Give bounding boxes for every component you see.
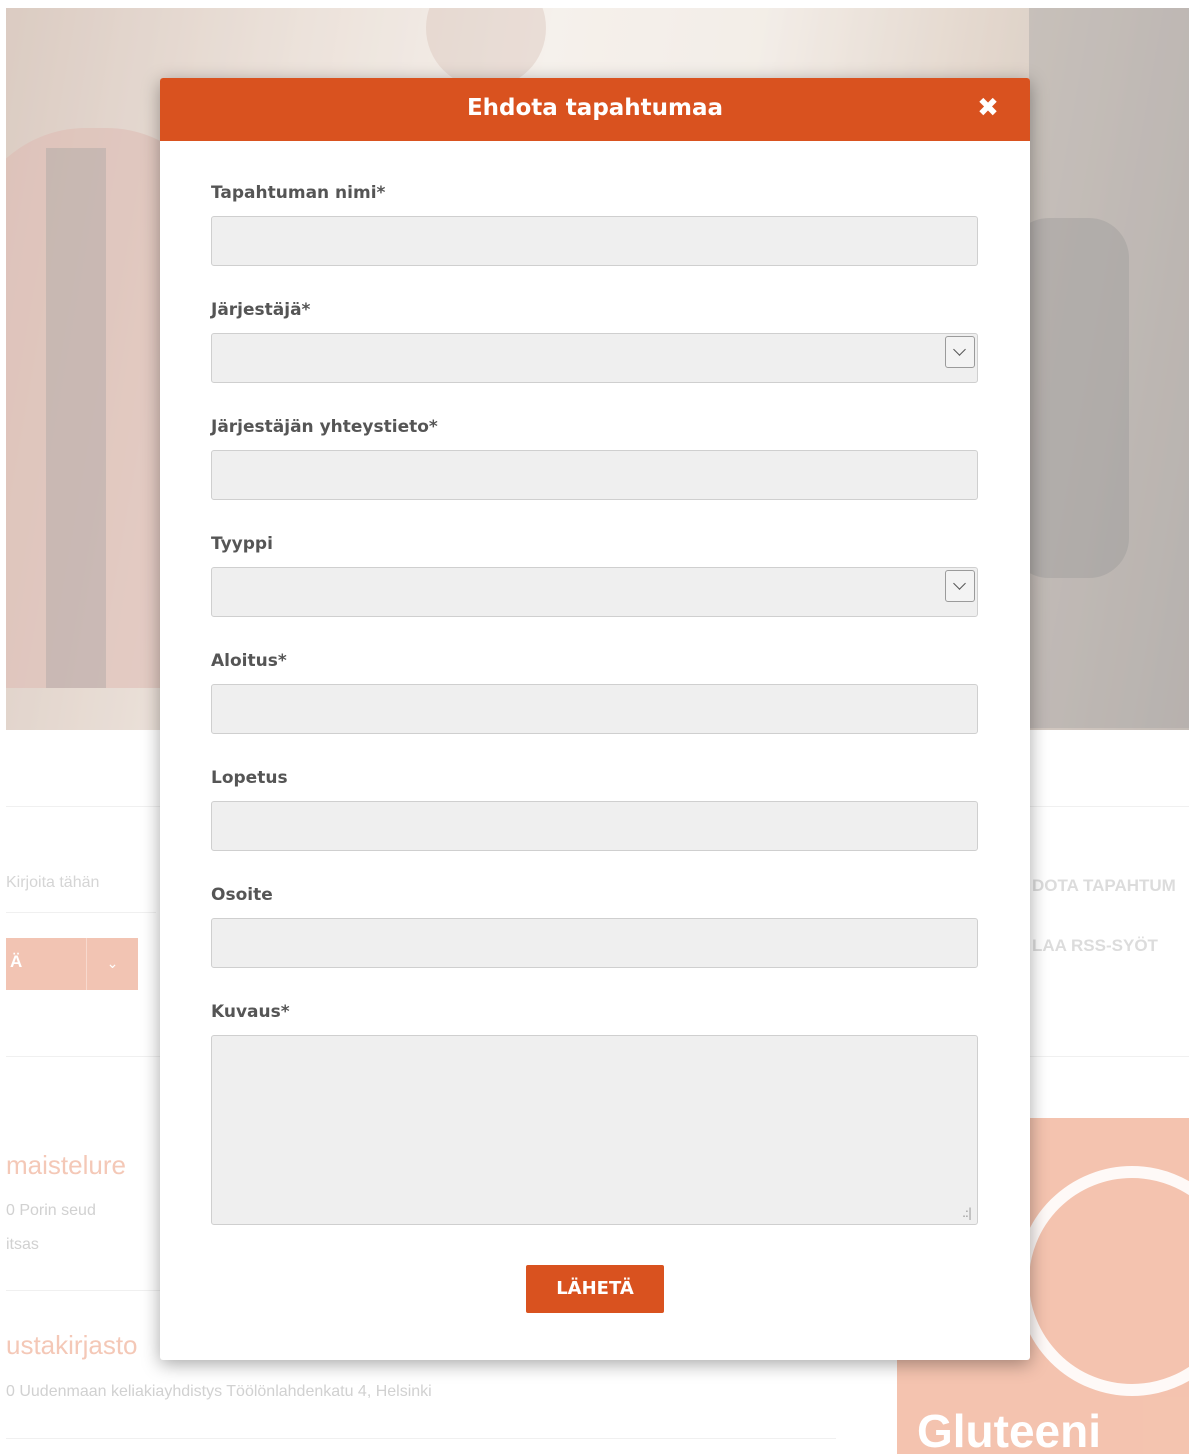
address-label: Osoite [211,885,273,905]
suggest-event-modal: Ehdota tapahtumaa ✖ Tapahtuman nimi* Jär… [160,78,1030,1360]
type-select[interactable] [211,567,978,617]
description-textarea[interactable]: .:| [211,1035,978,1225]
end-input[interactable] [211,801,978,851]
resize-handle-icon[interactable]: .:| [962,1206,972,1220]
organizer-select[interactable] [211,333,978,383]
chevron-down-icon[interactable] [945,570,975,602]
organizer-contact-label: Järjestäjän yhteystieto* [211,417,438,437]
submit-button[interactable]: LÄHETÄ [526,1265,664,1313]
chevron-down-icon[interactable] [945,336,975,368]
end-label: Lopetus [211,768,288,788]
event-name-input[interactable] [211,216,978,266]
start-input[interactable] [211,684,978,734]
event-name-label: Tapahtuman nimi* [211,183,386,203]
description-label: Kuvaus* [211,1002,290,1022]
organizer-contact-input[interactable] [211,450,978,500]
address-input[interactable] [211,918,978,968]
modal-header: Ehdota tapahtumaa ✖ [160,78,1030,141]
modal-title: Ehdota tapahtumaa [466,95,724,121]
organizer-label: Järjestäjä* [211,300,311,320]
start-label: Aloitus* [211,651,287,671]
type-label: Tyyppi [211,534,273,554]
close-icon[interactable]: ✖ [974,94,1002,122]
